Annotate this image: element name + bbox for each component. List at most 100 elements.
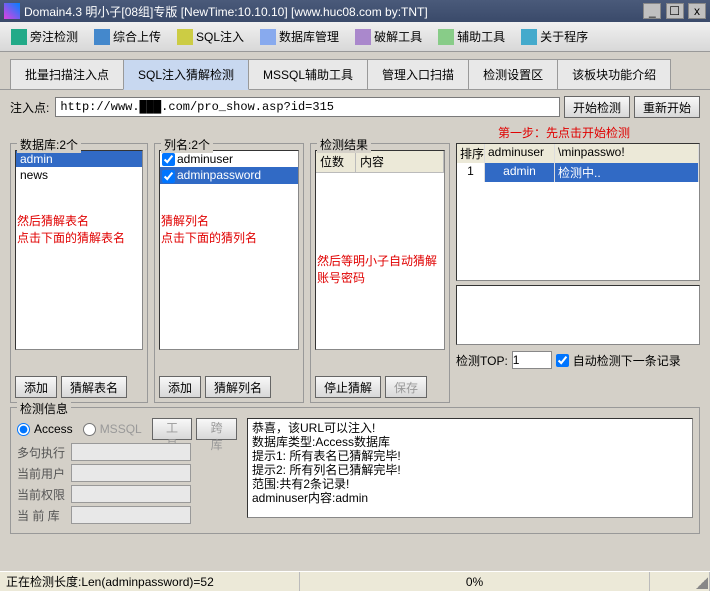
table-row[interactable]: 1 admin 检测中..: [457, 163, 699, 182]
result-group: 检测结果 位数 内容 然后等明小子自动猜解账号密码 停止猜解 保存: [310, 143, 450, 403]
database-legend: 数据库:2个: [17, 136, 81, 153]
toolbar-label: 辅助工具: [457, 28, 505, 45]
tab-1[interactable]: SQL注入猜解检测: [123, 59, 249, 90]
col-digits: 位数: [316, 151, 356, 172]
top-input[interactable]: [512, 351, 552, 369]
toolbar-label: 综合上传: [113, 28, 161, 45]
tab-5[interactable]: 该板块功能介绍: [557, 59, 671, 89]
multi-exec-label: 多句执行: [17, 444, 67, 461]
inject-url-input[interactable]: [55, 97, 560, 117]
status-bar: 正在检测长度:Len(adminpassword)=52 0%: [0, 571, 710, 591]
toolbar-辅助工具[interactable]: 辅助工具: [431, 25, 512, 48]
column-checkbox[interactable]: [162, 170, 175, 183]
main-area: 数据库:2个 adminnews 然后猜解表名 点击下面的猜解表名 添加 猜解表…: [0, 143, 710, 403]
tab-strip: 批量扫描注入点SQL注入猜解检测MSSQL辅助工具管理入口扫描检测设置区该板块功…: [0, 52, 710, 90]
guess-column-button[interactable]: 猜解列名: [205, 376, 271, 398]
toolbar-破解工具[interactable]: 破解工具: [348, 25, 429, 48]
toolbar-icon: [260, 29, 276, 45]
cross-db-button[interactable]: 跨库: [196, 418, 237, 440]
output-log[interactable]: [456, 285, 700, 345]
list-item[interactable]: adminuser: [160, 151, 298, 167]
toolbar-icon: [355, 29, 371, 45]
database-group: 数据库:2个 adminnews 然后猜解表名 点击下面的猜解表名 添加 猜解表…: [10, 143, 148, 403]
list-item[interactable]: news: [16, 167, 142, 183]
col-add-button[interactable]: 添加: [159, 376, 201, 398]
current-db-input[interactable]: [71, 506, 191, 524]
guess-table-button[interactable]: 猜解表名: [61, 376, 127, 398]
tab-4[interactable]: 检测设置区: [468, 59, 558, 89]
db-add-button[interactable]: 添加: [15, 376, 57, 398]
mssql-radio[interactable]: [83, 423, 96, 436]
output-table[interactable]: 排序 adminuser \minpasswo! 1 admin 检测中..: [456, 143, 700, 281]
stop-guess-button[interactable]: 停止猜解: [315, 376, 381, 398]
status-percent: 0%: [300, 572, 650, 591]
status-left: 正在检测长度:Len(adminpassword)=52: [0, 572, 300, 591]
message-line: 范围:共有2条记录!: [252, 477, 688, 491]
toolbar-icon: [94, 29, 110, 45]
toolbar-label: 关于程序: [540, 28, 588, 45]
toolbar-数据库管理[interactable]: 数据库管理: [253, 25, 346, 48]
access-label: Access: [34, 422, 73, 436]
detect-info-legend: 检测信息: [17, 400, 71, 417]
close-button[interactable]: x: [688, 3, 706, 19]
toolbar-icon: [521, 29, 537, 45]
toolbar-icon: [438, 29, 454, 45]
col-adminuser: adminuser: [485, 144, 555, 163]
tab-2[interactable]: MSSQL辅助工具: [248, 59, 368, 89]
detect-info-group: 检测信息 Access MSSQL 工具 跨库 多句执行 当前用户 当前权限 当…: [10, 407, 700, 534]
toolbar-关于程序[interactable]: 关于程序: [514, 25, 595, 48]
toolbar-label: 破解工具: [374, 28, 422, 45]
toolbar-icon: [177, 29, 193, 45]
column-group: 列名:2个 adminuseradminpassword 猜解列名 点击下面的猜…: [154, 143, 304, 403]
main-toolbar: 旁注检测 综合上传 SQL注入 数据库管理 破解工具 辅助工具 关于程序: [0, 22, 710, 52]
current-user-input[interactable]: [71, 464, 191, 482]
col-sort: 排序: [457, 144, 485, 163]
current-perm-label: 当前权限: [17, 486, 67, 503]
list-item[interactable]: adminpassword: [160, 167, 298, 183]
toolbar-综合上传[interactable]: 综合上传: [87, 25, 168, 48]
message-line: 提示2: 所有列名已猜解完毕!: [252, 463, 688, 477]
result-legend: 检测结果: [317, 136, 371, 153]
current-user-label: 当前用户: [17, 465, 67, 482]
current-db-label: 当 前 库: [17, 507, 67, 524]
maximize-button[interactable]: ☐: [666, 3, 684, 19]
message-line: 恭喜，该URL可以注入!: [252, 421, 688, 435]
col-content: 内容: [356, 151, 444, 172]
auto-next-label: 自动检测下一条记录: [573, 352, 681, 369]
minimize-button[interactable]: _: [643, 3, 661, 19]
app-icon: [4, 3, 20, 19]
tab-3[interactable]: 管理入口扫描: [367, 59, 469, 89]
access-radio[interactable]: [17, 423, 30, 436]
multi-exec-input[interactable]: [71, 443, 191, 461]
save-button[interactable]: 保存: [385, 376, 427, 398]
url-row: 注入点: 开始检测 重新开始: [0, 90, 710, 124]
tab-0[interactable]: 批量扫描注入点: [10, 59, 124, 89]
mssql-label: MSSQL: [100, 422, 142, 436]
toolbar-icon: [11, 29, 27, 45]
window-titlebar: Domain4.3 明小子[08组]专版 [NewTime:10.10.10] …: [0, 0, 710, 22]
top-label: 检测TOP:: [456, 352, 508, 369]
column-checkbox[interactable]: [162, 153, 175, 166]
window-title: Domain4.3 明小子[08组]专版 [NewTime:10.10.10] …: [24, 3, 642, 20]
start-detect-button[interactable]: 开始检测: [564, 96, 630, 118]
output-group: 排序 adminuser \minpasswo! 1 admin 检测中.. 检…: [456, 143, 700, 403]
message-line: adminuser内容:admin: [252, 491, 688, 505]
list-item[interactable]: admin: [16, 151, 142, 167]
toolbar-旁注检测[interactable]: 旁注检测: [4, 25, 85, 48]
inject-point-label: 注入点:: [10, 99, 49, 116]
current-perm-input[interactable]: [71, 485, 191, 503]
message-area[interactable]: 恭喜，该URL可以注入!数据库类型:Access数据库提示1: 所有表名已猜解完…: [247, 418, 693, 518]
auto-next-checkbox[interactable]: [556, 354, 569, 367]
restart-button[interactable]: 重新开始: [634, 96, 700, 118]
toolbar-label: 数据库管理: [279, 28, 339, 45]
toolbar-label: 旁注检测: [30, 28, 78, 45]
message-line: 提示1: 所有表名已猜解完毕!: [252, 449, 688, 463]
toolbar-label: SQL注入: [196, 28, 244, 45]
toolbar-SQL注入[interactable]: SQL注入: [170, 25, 251, 48]
resize-grip-icon[interactable]: [696, 577, 708, 589]
column-label: adminpassword: [177, 168, 261, 182]
tool-button[interactable]: 工具: [152, 418, 193, 440]
result-header: 位数 内容: [316, 151, 444, 173]
col-minpass: \minpasswo!: [555, 144, 699, 163]
column-label: adminuser: [177, 152, 233, 166]
